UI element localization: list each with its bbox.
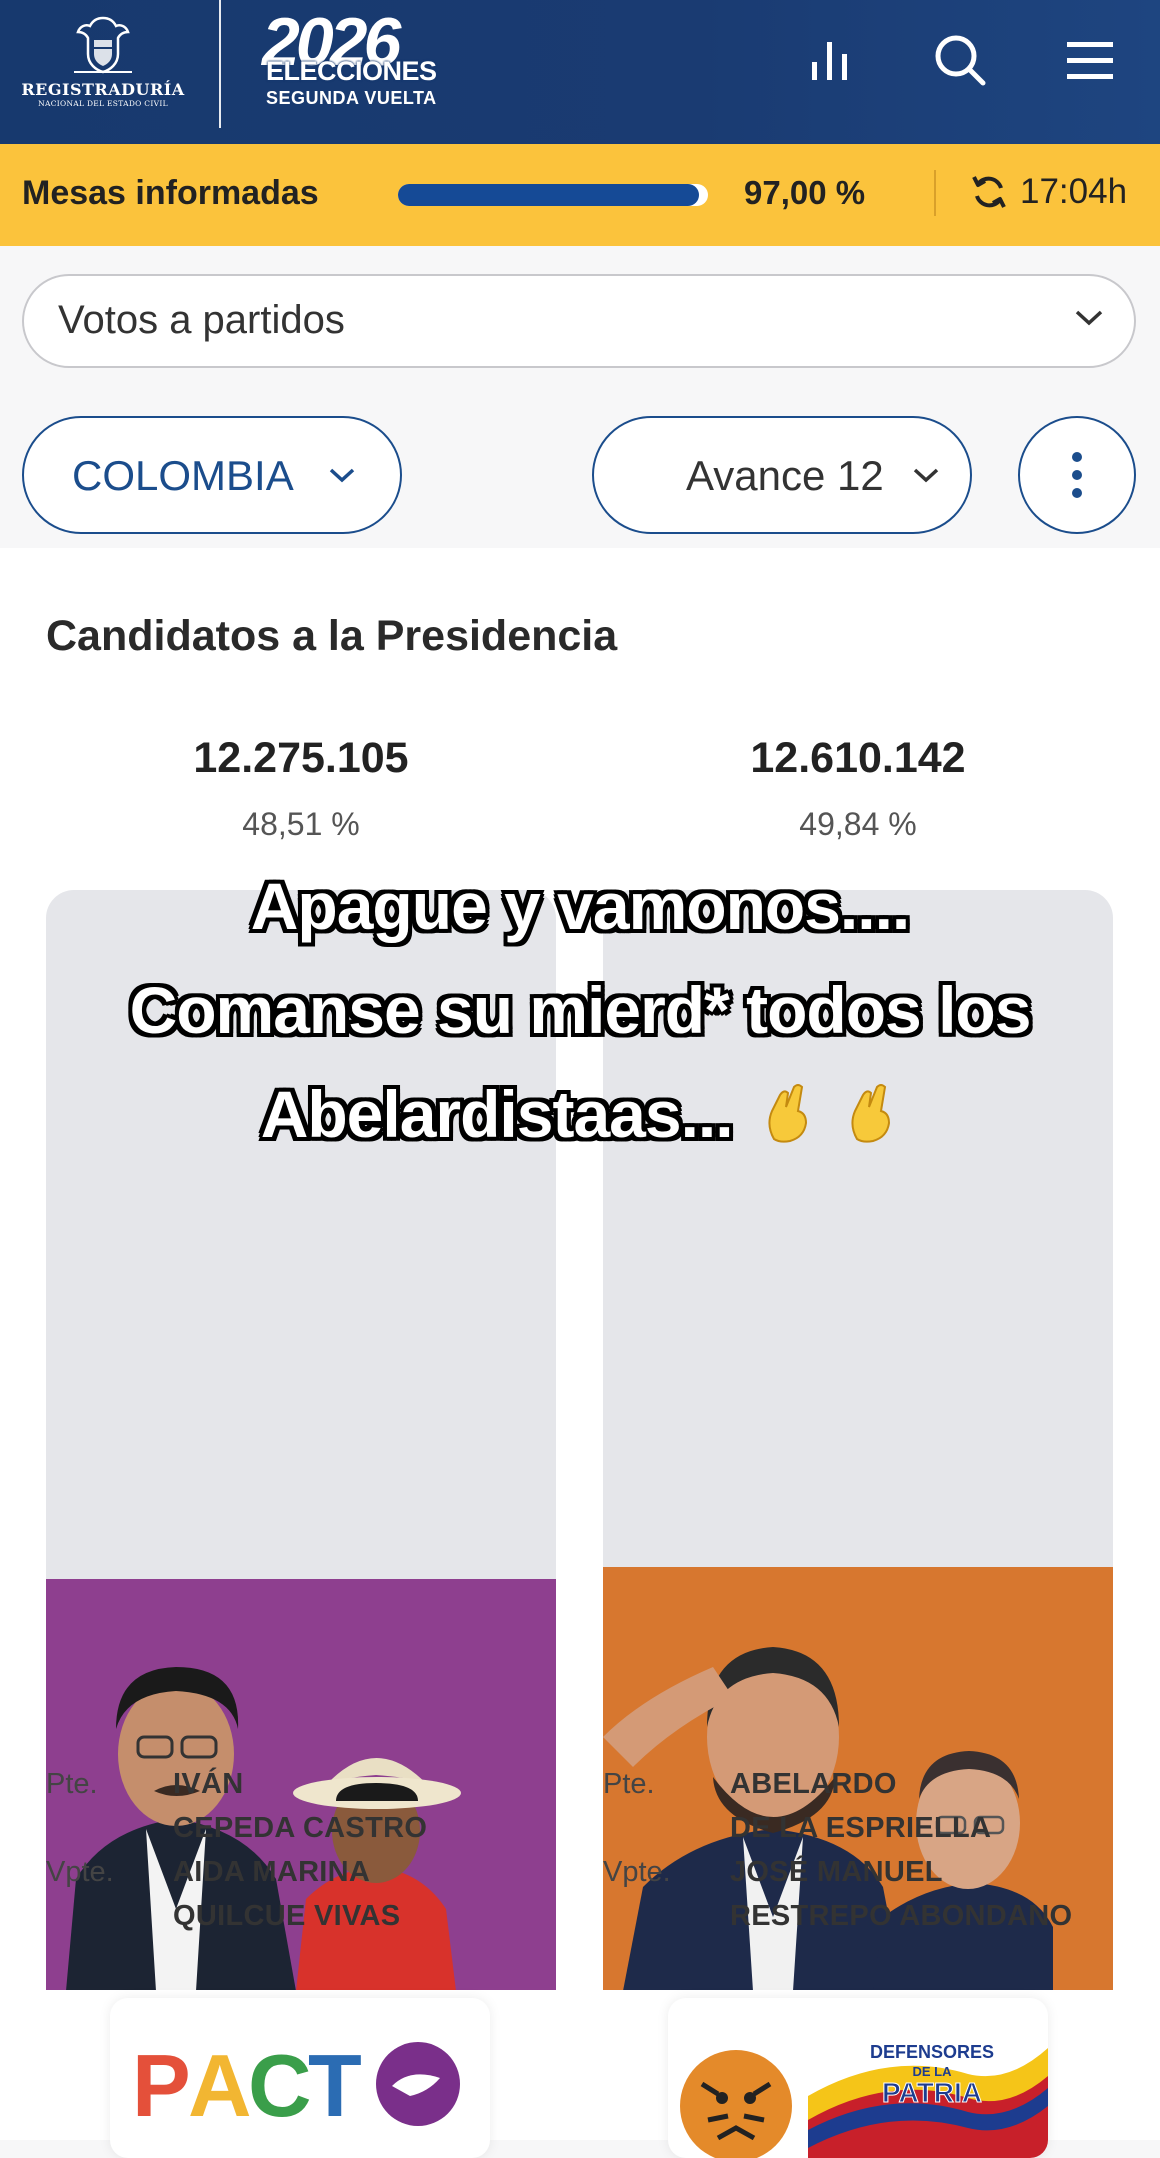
top-header: REGISTRADURÍA NACIONAL DEL ESTADO CIVIL … — [0, 0, 1160, 144]
party-line-1: DEFENSORES — [870, 2042, 994, 2062]
region-select[interactable]: COLOMBIA — [22, 416, 402, 534]
menu-icon[interactable] — [1058, 28, 1122, 92]
view-select[interactable]: Votos a partidos — [22, 274, 1136, 368]
svg-text:T: T — [308, 2036, 361, 2135]
candidate-1-vice-role: Vpte. — [46, 1856, 114, 1888]
overlay-caption-line-1: Apague y vamonos.... — [250, 869, 911, 943]
candidate-1-vice-name-line2: QUILCUE VIVAS — [173, 1900, 401, 1932]
mesas-progress-bar — [398, 184, 708, 206]
results-panel: Candidatos a la Presidencia 12.275.105 4… — [0, 548, 1160, 2158]
overlay-caption-line-2: Comanse su mierd* todos los — [129, 973, 1032, 1047]
candidate-2-pres-name-line2: DE LA ESPRIELLA — [730, 1812, 992, 1844]
candidate-1-percent: 48,51 % — [242, 806, 360, 842]
candidate-2-pres-name-line1: ABELARDO — [730, 1768, 897, 1800]
logo-title: REGISTRADURÍA — [21, 80, 185, 99]
crossed-fingers-emoji-icon — [768, 1084, 807, 1143]
candidate-2-percent: 49,84 % — [799, 806, 917, 842]
candidate-1-pres-name-line2: CEPEDA CASTRO — [173, 1812, 428, 1844]
candidate-2-vice-role: Vpte. — [603, 1856, 671, 1888]
avance-select[interactable]: Avance 12 — [592, 416, 972, 534]
region-select-value: COLOMBIA — [72, 452, 294, 499]
party-logo-defensores-de-la-patria[interactable]: DEFENSORES DE LA PATRIA — [668, 1998, 1048, 2158]
candidate-1-vice-name-line1: AIDA MARINA — [173, 1856, 371, 1888]
defensores-de-la-patria-logo: DEFENSORES DE LA PATRIA — [680, 2042, 1048, 2158]
search-icon[interactable] — [928, 28, 992, 92]
candidate-2-vice-name-line1: JOSÉ MANUEL — [730, 1856, 943, 1888]
election-brand: 2026 ELECCIONES SEGUNDA VUELTA — [262, 8, 492, 124]
party-logo-pacto-historico[interactable]: P A C T — [110, 1998, 490, 2158]
logo-subtitle: NACIONAL DEL ESTADO CIVIL — [38, 99, 168, 108]
svg-text:P: P — [132, 2036, 188, 2135]
pacto-historico-logo: P A C T — [132, 2036, 460, 2135]
mesas-progress-fill — [398, 184, 699, 206]
more-options-button[interactable] — [1018, 416, 1136, 534]
crossed-fingers-emoji-icon — [851, 1084, 891, 1143]
refresh-time[interactable]: 17:04h — [970, 172, 1127, 212]
strip-divider — [934, 170, 936, 216]
svg-text:A: A — [188, 2036, 250, 2135]
candidate-2-vice-name-line2: RESTREPO ABONDANO — [730, 1900, 1073, 1932]
mesas-label: Mesas informadas — [22, 174, 319, 212]
avance-select-value: Avance 12 — [686, 452, 884, 499]
candidate-1-votes: 12.275.105 — [193, 734, 409, 782]
coat-of-arms-icon — [74, 16, 132, 74]
mesas-progress-strip: Mesas informadas 97,00 % 17:04h — [0, 144, 1160, 246]
more-vertical-icon — [1072, 452, 1082, 498]
registraduria-logo[interactable]: REGISTRADURÍA NACIONAL DEL ESTADO CIVIL — [18, 14, 188, 124]
overlay-caption-line-3-wrap: Abelardistaas... — [0, 1076, 1160, 1152]
mesas-percent: 97,00 % — [744, 174, 866, 211]
chevron-down-icon — [1075, 310, 1103, 326]
svg-text:C: C — [248, 2036, 310, 2135]
election-round: SEGUNDA VUELTA — [266, 88, 437, 108]
party-line-3: PATRIA — [882, 2077, 982, 2108]
chart-bars-icon[interactable] — [798, 28, 862, 92]
candidate-2-pres-role: Pte. — [603, 1768, 655, 1800]
candidate-1-pres-name-line1: IVÁN — [173, 1768, 244, 1800]
overlay-caption-line-3: Abelardistaas... — [260, 1077, 734, 1151]
header-divider — [219, 0, 221, 128]
view-select-value: Votos a partidos — [58, 298, 345, 342]
refresh-icon[interactable] — [970, 173, 1008, 211]
candidate-2-votes: 12.610.142 — [750, 734, 966, 782]
election-title: ELECCIONES — [266, 56, 437, 86]
update-time: 17:04h — [1020, 172, 1128, 211]
chevron-down-icon — [329, 468, 355, 483]
section-title: Candidatos a la Presidencia — [46, 612, 618, 660]
chevron-down-icon — [913, 468, 939, 483]
candidate-1-pres-role: Pte. — [46, 1768, 98, 1800]
